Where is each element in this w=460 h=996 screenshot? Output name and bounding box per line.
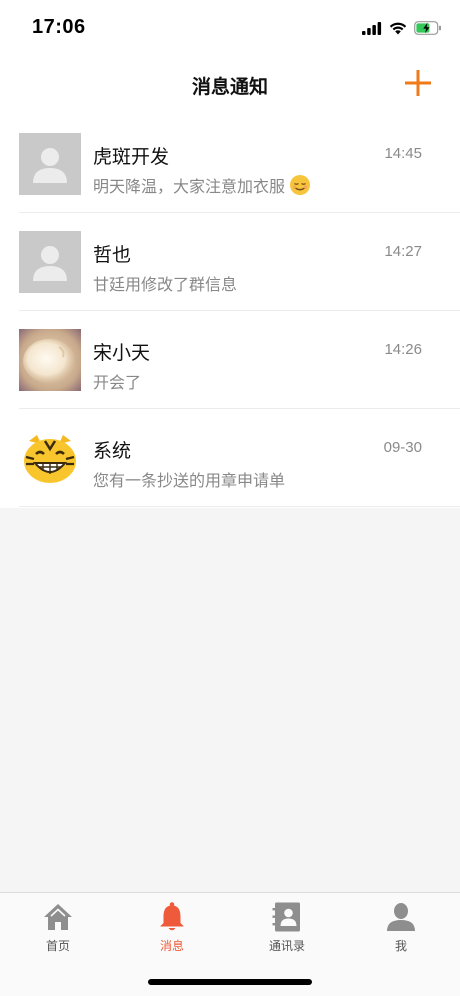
conversation-name: 哲也 bbox=[93, 244, 132, 266]
divider bbox=[19, 506, 460, 507]
conversation-preview: 开会了 bbox=[93, 369, 141, 393]
relieved-face-icon bbox=[290, 175, 311, 195]
fluffy-cat-photo bbox=[19, 329, 81, 391]
tab-label: 我 bbox=[394, 939, 407, 953]
preview-text: 甘廷用修改了群信息 bbox=[93, 275, 238, 294]
conversation-name: 系统 bbox=[93, 440, 132, 462]
home-indicator bbox=[148, 979, 312, 985]
status-icons bbox=[362, 19, 442, 37]
conversation-name: 宋小天 bbox=[93, 342, 151, 364]
tab-label: 通讯录 bbox=[268, 939, 305, 953]
conversation-name: 虎斑开发 bbox=[93, 146, 170, 168]
person-icon bbox=[387, 903, 415, 931]
conversation-time: 14:45 bbox=[384, 145, 422, 162]
conversation-item[interactable]: 虎斑开发 14:45 明天降温，大家注意加衣服 bbox=[0, 115, 460, 213]
conversation-list: 虎斑开发 14:45 明天降温，大家注意加衣服 哲也 14:27 甘廷用修改了群… bbox=[0, 115, 460, 507]
preview-text: 明天降温，大家注意加衣服 bbox=[93, 177, 286, 196]
contacts-book-icon bbox=[272, 902, 300, 932]
home-icon bbox=[44, 904, 72, 930]
preview-text: 开会了 bbox=[93, 373, 142, 392]
wifi-icon bbox=[389, 22, 407, 34]
conversation-preview: 明天降温，大家注意加衣服 bbox=[93, 173, 311, 197]
conversation-preview: 您有一条抄送的用章申请单 bbox=[93, 467, 285, 491]
conversation-item[interactable]: 系统 09-30 您有一条抄送的用章申请单 bbox=[0, 409, 460, 507]
tab-contacts[interactable]: 通讯录 bbox=[247, 901, 327, 957]
conversation-time: 14:26 bbox=[384, 341, 422, 358]
tab-messages[interactable]: 消息 bbox=[132, 901, 212, 957]
page-title: 消息通知 bbox=[191, 76, 268, 98]
tiger-face-icon bbox=[19, 427, 81, 489]
conversation-time: 09-30 bbox=[383, 439, 422, 456]
preview-text: 您有一条抄送的用章申请单 bbox=[93, 471, 286, 490]
add-button[interactable] bbox=[404, 69, 432, 97]
conversation-preview: 甘廷用修改了群信息 bbox=[93, 271, 237, 295]
tab-label: 首页 bbox=[45, 939, 70, 953]
default-avatar-icon bbox=[19, 231, 81, 293]
battery-charging-icon bbox=[414, 21, 441, 35]
conversation-item[interactable]: 宋小天 14:26 开会了 bbox=[0, 311, 460, 409]
default-avatar-icon bbox=[19, 133, 81, 195]
status-bar: 17:06 bbox=[0, 0, 460, 56]
status-time: 17:06 bbox=[32, 16, 86, 38]
conversation-time: 14:27 bbox=[384, 243, 422, 260]
conversation-item[interactable]: 哲也 14:27 甘廷用修改了群信息 bbox=[0, 213, 460, 311]
tab-label: 消息 bbox=[159, 939, 184, 953]
tab-home[interactable]: 首页 bbox=[18, 901, 98, 957]
plus-icon bbox=[405, 70, 431, 96]
cellular-signal-icon bbox=[362, 21, 382, 35]
bell-icon bbox=[160, 902, 184, 931]
tab-me[interactable]: 我 bbox=[361, 901, 441, 957]
